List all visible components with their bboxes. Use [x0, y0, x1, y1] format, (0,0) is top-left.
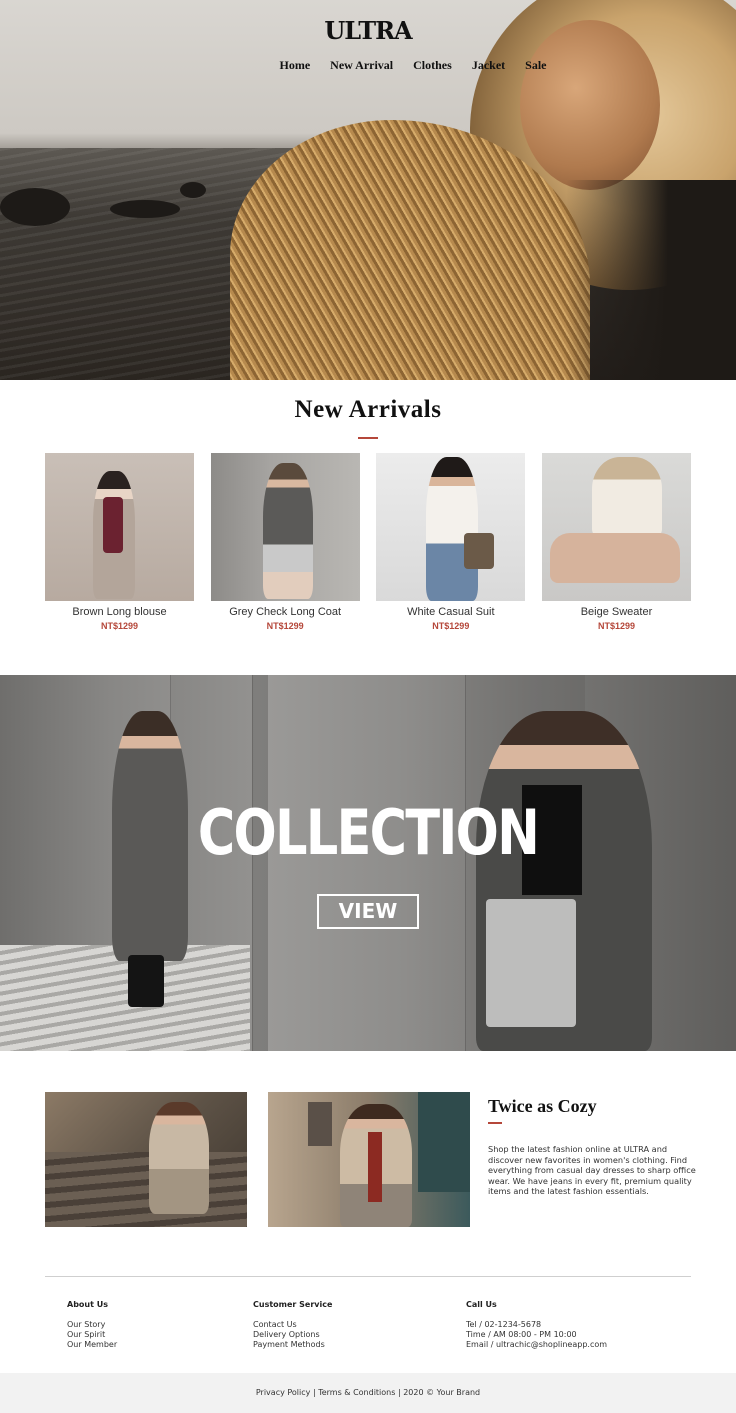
cozy-title: Twice as Cozy: [488, 1096, 597, 1116]
collection-model-boots: [128, 955, 164, 1007]
privacy-policy-link[interactable]: Privacy Policy: [256, 1388, 311, 1397]
title-divider: [358, 437, 378, 439]
hero-rock: [0, 188, 70, 226]
nav-item-clothes[interactable]: Clothes: [403, 58, 462, 72]
nav-item-sale[interactable]: Sale: [515, 58, 556, 72]
copyright-text: 2020 © Your Brand: [403, 1388, 481, 1397]
product-image[interactable]: [45, 453, 194, 601]
product-image[interactable]: [376, 453, 526, 601]
nav-item-jacket[interactable]: Jacket: [462, 58, 515, 72]
product-grid: Brown Long blouse NT$1299 Grey Check Lon…: [45, 453, 691, 631]
footer-link-our-story[interactable]: Our Story: [67, 1320, 117, 1330]
collection-model-skirt: [486, 899, 576, 1027]
product-model: [262, 463, 313, 599]
cozy-model: [149, 1102, 209, 1214]
footer-customer-service: Customer Service Contact Us Delivery Opt…: [253, 1300, 332, 1350]
footer-link-our-member[interactable]: Our Member: [67, 1340, 117, 1350]
footer-link-delivery-options[interactable]: Delivery Options: [253, 1330, 332, 1340]
product-model: [591, 457, 662, 537]
cozy-scarf: [368, 1132, 382, 1202]
product-dress: [103, 497, 123, 553]
product-card[interactable]: White Casual Suit NT$1299: [376, 453, 526, 631]
footer-hours: Time / AM 08:00 - PM 10:00: [466, 1330, 577, 1339]
collection-title: COLLECTION: [197, 796, 540, 869]
product-price: NT$1299: [100, 621, 139, 631]
brand-logo[interactable]: ULTRA: [0, 16, 736, 45]
cozy-window: [308, 1102, 332, 1146]
product-image[interactable]: [210, 453, 360, 601]
product-price: NT$1299: [432, 621, 470, 631]
main-nav: Home New Arrival Clothes Jacket Sale: [0, 58, 736, 72]
product-card[interactable]: Brown Long blouse NT$1299: [45, 453, 194, 631]
terms-conditions-link[interactable]: Terms & Conditions: [318, 1388, 395, 1397]
hero-model-face: [520, 20, 660, 190]
product-image[interactable]: [541, 453, 691, 601]
product-price: NT$1299: [597, 621, 635, 631]
footer-link-our-spirit[interactable]: Our Spirit: [67, 1330, 117, 1340]
footer-call-us: Call Us Tel / 02-1234-5678 Time / AM 08:…: [466, 1300, 607, 1350]
hero-shadow: [566, 180, 736, 380]
product-pants: [549, 533, 680, 583]
cozy-stairs: [45, 1152, 247, 1227]
product-name[interactable]: Brown Long blouse: [45, 606, 194, 618]
product-model: [426, 457, 479, 601]
view-collection-button[interactable]: VIEW: [317, 894, 419, 929]
footer-link-payment-methods[interactable]: Payment Methods: [253, 1340, 332, 1350]
cozy-description: Shop the latest fashion online at ULTRA …: [488, 1144, 696, 1196]
footer-heading: Call Us: [466, 1300, 497, 1309]
footer-phone: Tel / 02-1234-5678: [466, 1320, 542, 1329]
product-card[interactable]: Beige Sweater NT$1299: [541, 453, 691, 631]
cozy-image-stairs[interactable]: [45, 1092, 247, 1227]
product-price: NT$1299: [266, 621, 304, 631]
product-name[interactable]: White Casual Suit: [376, 606, 525, 618]
hero-banner: [0, 0, 736, 380]
footer-heading: About Us: [67, 1300, 108, 1309]
hero-rock: [110, 200, 180, 218]
footer-divider: [45, 1276, 691, 1277]
nav-item-home[interactable]: Home: [270, 58, 321, 72]
product-card[interactable]: Grey Check Long Coat NT$1299: [210, 453, 360, 631]
footer-heading: Customer Service: [253, 1300, 333, 1309]
hero-rock: [180, 182, 206, 198]
product-bag: [464, 533, 495, 569]
new-arrivals-title: New Arrivals: [294, 396, 442, 423]
footer-link-contact-us[interactable]: Contact Us: [253, 1320, 332, 1330]
cozy-door: [418, 1092, 470, 1192]
footer-email: Email / ultrachic@shoplineapp.com: [466, 1340, 608, 1349]
product-name[interactable]: Grey Check Long Coat: [211, 606, 360, 618]
nav-item-new-arrival[interactable]: New Arrival: [320, 58, 403, 72]
cozy-divider: [488, 1122, 502, 1124]
footer-about: About Us Our Story Our Spirit Our Member: [67, 1300, 117, 1350]
footer-bottom-bar: Privacy Policy | Terms & Conditions | 20…: [0, 1373, 736, 1413]
product-name[interactable]: Beige Sweater: [542, 606, 691, 618]
cozy-image-doorway[interactable]: [268, 1092, 470, 1227]
